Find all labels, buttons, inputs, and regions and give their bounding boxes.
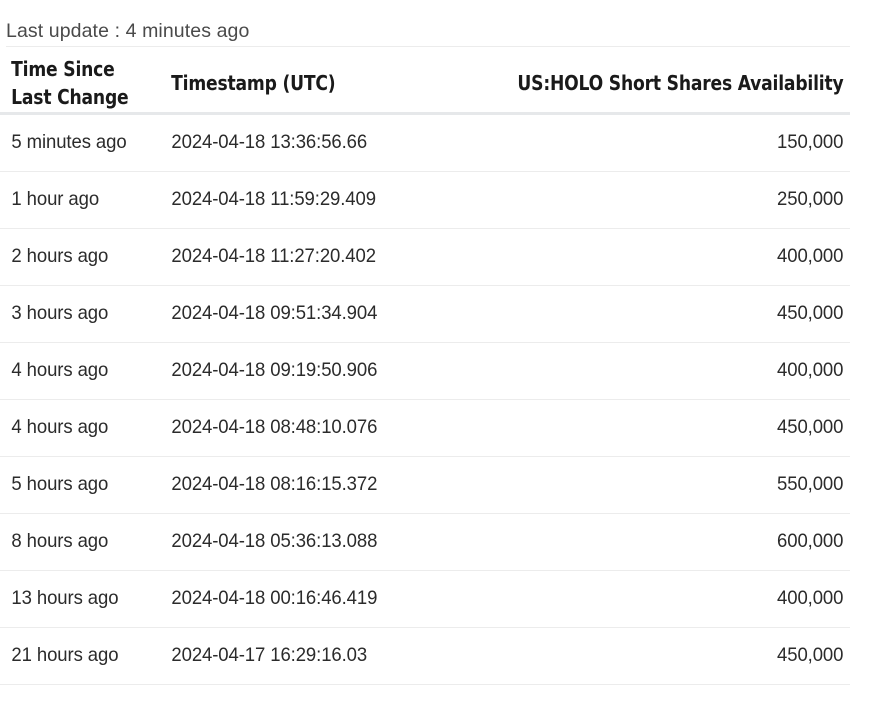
cell-time-since: 13 hours ago [0, 570, 152, 628]
last-update-separator: : [114, 20, 121, 42]
table-row: 5 hours ago 2024-04-18 08:16:15.372 550,… [0, 456, 850, 514]
cell-time-since: 21 hours ago [0, 627, 152, 685]
cell-time-since: 5 minutes ago [0, 113, 152, 172]
cell-availability: 400,000 [508, 342, 850, 400]
cell-timestamp: 2024-04-18 13:36:56.66 [160, 113, 474, 172]
short-shares-availability-panel: Last update : 4 minutes ago Time Since L… [0, 0, 874, 722]
cell-availability: 250,000 [508, 171, 850, 229]
table-row: 3 hours ago 2024-04-18 09:51:34.904 450,… [0, 285, 850, 343]
table-header: Time Since Last Change Timestamp (UTC) U… [0, 55, 850, 115]
table-row: 1 hour ago 2024-04-18 11:59:29.409 250,0… [0, 171, 850, 229]
table-row: 21 hours ago 2024-04-17 16:29:16.03 450,… [0, 627, 850, 685]
cell-availability: 150,000 [508, 113, 850, 172]
column-header-timestamp-utc: Timestamp (UTC) [160, 55, 467, 115]
cell-availability: 450,000 [508, 399, 850, 457]
cell-time-since: 1 hour ago [0, 171, 152, 229]
cell-time-since: 3 hours ago [0, 285, 152, 343]
availability-table-container: Time Since Last Change Timestamp (UTC) U… [0, 55, 874, 685]
cell-timestamp: 2024-04-18 08:48:10.076 [160, 399, 474, 457]
cell-timestamp: 2024-04-18 11:27:20.402 [160, 228, 474, 286]
column-header-time-since-last-change: Time Since Last Change [0, 55, 149, 115]
table-row: 4 hours ago 2024-04-18 08:48:10.076 450,… [0, 399, 850, 457]
cell-time-since: 2 hours ago [0, 228, 152, 286]
cell-availability: 450,000 [508, 285, 850, 343]
last-update-status: Last update : 4 minutes ago [6, 18, 249, 44]
table-header-row: Time Since Last Change Timestamp (UTC) U… [0, 55, 850, 115]
cell-availability: 400,000 [508, 228, 850, 286]
cell-timestamp: 2024-04-18 09:51:34.904 [160, 285, 474, 343]
last-update-label: Last update [6, 20, 110, 42]
cell-timestamp: 2024-04-18 08:16:15.372 [160, 456, 474, 514]
cell-timestamp: 2024-04-18 05:36:13.088 [160, 513, 474, 571]
cell-availability: 400,000 [508, 570, 850, 628]
cell-time-since: 4 hours ago [0, 342, 152, 400]
cell-time-since: 4 hours ago [0, 399, 152, 457]
table-row: 5 minutes ago 2024-04-18 13:36:56.66 150… [0, 113, 850, 172]
table-row: 2 hours ago 2024-04-18 11:27:20.402 400,… [0, 228, 850, 286]
cell-time-since: 8 hours ago [0, 513, 152, 571]
column-header-short-shares-availability: US:HOLO Short Shares Availability [515, 55, 850, 115]
cell-availability: 450,000 [508, 627, 850, 685]
cell-availability: 600,000 [508, 513, 850, 571]
cell-timestamp: 2024-04-18 00:16:46.419 [160, 570, 474, 628]
table-row: 13 hours ago 2024-04-18 00:16:46.419 400… [0, 570, 850, 628]
last-update-value: 4 minutes ago [125, 20, 250, 42]
cell-availability: 550,000 [508, 456, 850, 514]
cell-timestamp: 2024-04-18 11:59:29.409 [160, 171, 474, 229]
table-row: 4 hours ago 2024-04-18 09:19:50.906 400,… [0, 342, 850, 400]
table-body: 5 minutes ago 2024-04-18 13:36:56.66 150… [0, 113, 850, 685]
header-divider [6, 46, 850, 47]
cell-timestamp: 2024-04-18 09:19:50.906 [160, 342, 474, 400]
table-row: 8 hours ago 2024-04-18 05:36:13.088 600,… [0, 513, 850, 571]
short-shares-availability-table: Time Since Last Change Timestamp (UTC) U… [0, 55, 850, 685]
cell-time-since: 5 hours ago [0, 456, 152, 514]
cell-timestamp: 2024-04-17 16:29:16.03 [160, 627, 474, 685]
